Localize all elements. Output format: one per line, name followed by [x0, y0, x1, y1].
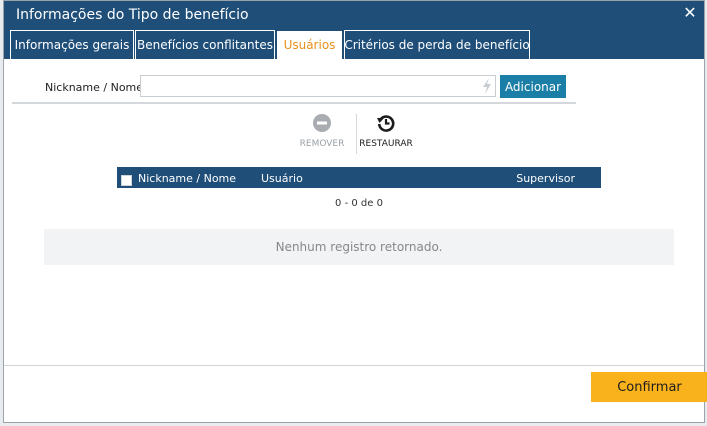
column-header-supervisor[interactable]: Supervisor — [516, 172, 575, 185]
select-all-checkbox[interactable] — [121, 175, 132, 186]
pagination-info: 0 - 0 de 0 — [335, 198, 383, 209]
empty-state: Nenhum registro retornado. — [44, 229, 674, 265]
form-divider — [12, 102, 576, 104]
restore-history-icon — [377, 115, 395, 132]
dialog-titlebar: Informações do Tipo de benefício ✕ Infor… — [4, 1, 704, 59]
close-icon[interactable]: ✕ — [682, 4, 698, 22]
restore-label: RESTAURAR — [359, 139, 413, 149]
tab-beneficios-conflitantes[interactable]: Benefícios conflitantes — [135, 30, 275, 59]
restore-button[interactable]: RESTAURAR — [356, 113, 416, 149]
footer-divider — [4, 365, 704, 366]
grid-header: Nickname / Nome Usuário Supervisor — [117, 167, 601, 188]
nickname-label: Nickname / Nome: — [45, 81, 147, 94]
column-header-usuario[interactable]: Usuário — [261, 172, 303, 185]
add-button[interactable]: Adicionar — [500, 75, 566, 98]
nickname-input[interactable] — [140, 75, 496, 97]
column-header-nickname[interactable]: Nickname / Nome — [138, 172, 236, 185]
tab-informacoes-gerais[interactable]: Informações gerais — [10, 30, 134, 59]
remove-label: REMOVER — [299, 139, 345, 149]
tab-criterios-perda[interactable]: Critérios de perda de benefício — [344, 30, 530, 59]
dialog-title: Informações do Tipo de benefício — [16, 7, 249, 23]
dialog: Informações do Tipo de benefício ✕ Infor… — [3, 0, 707, 423]
lightning-icon[interactable] — [482, 78, 492, 94]
tab-usuarios[interactable]: Usuários — [276, 30, 343, 59]
minus-circle-icon — [313, 114, 331, 132]
confirm-button[interactable]: Confirmar — [591, 372, 707, 402]
remove-button[interactable]: REMOVER — [292, 113, 352, 149]
